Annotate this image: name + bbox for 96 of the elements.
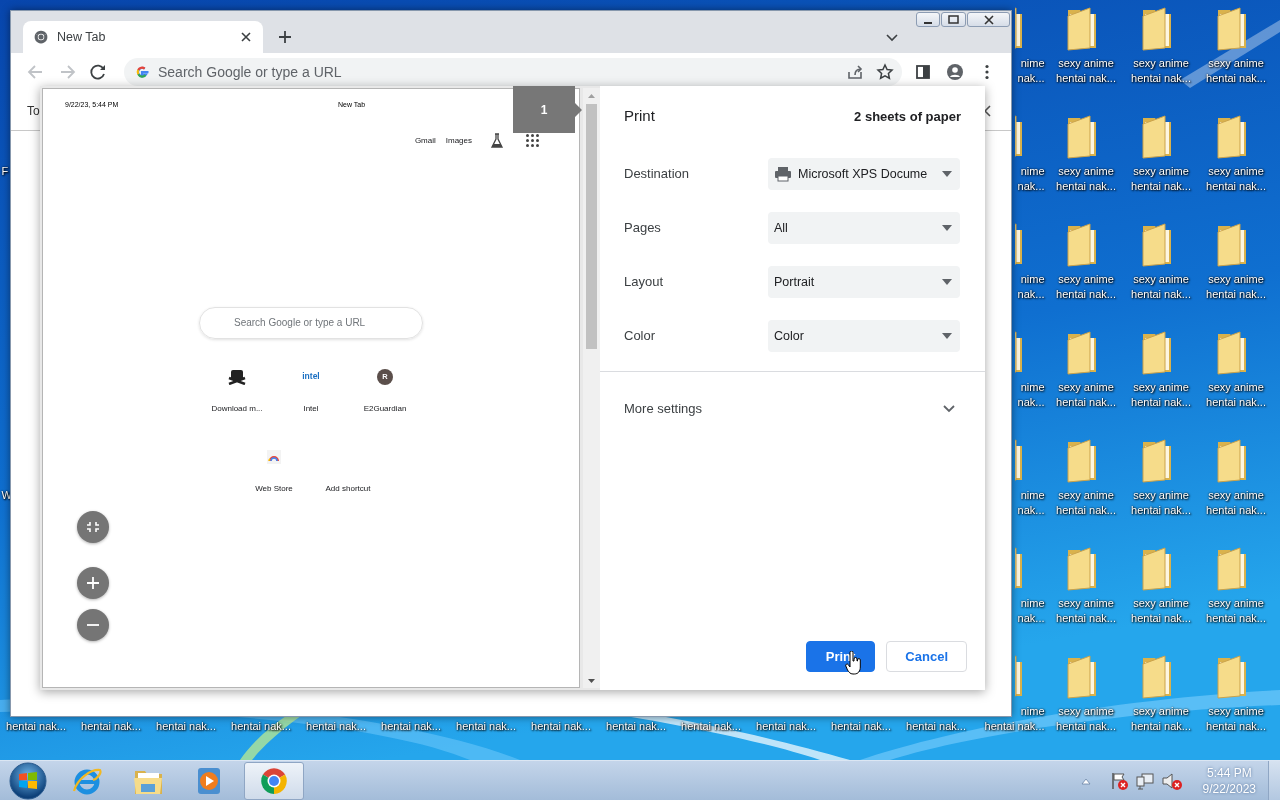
- icon-label[interactable]: hentai nak...: [81, 719, 141, 734]
- caret-icon: [942, 225, 952, 231]
- omnibox[interactable]: Search Google or type a URL: [124, 58, 902, 86]
- sheet-count: 2 sheets of paper: [854, 107, 961, 126]
- page-text: To: [27, 102, 40, 120]
- show-hidden-icons[interactable]: [1080, 776, 1091, 785]
- setting-dropdown[interactable]: All: [768, 212, 960, 244]
- setting-dropdown[interactable]: Portrait: [768, 266, 960, 298]
- icon-label[interactable]: sexy anime hentai nak...: [1206, 704, 1266, 734]
- cancel-button[interactable]: Cancel: [886, 641, 967, 672]
- icon-label[interactable]: nime nak...: [1017, 164, 1045, 194]
- icon-label[interactable]: hentai nak...: [381, 719, 441, 734]
- icon-label[interactable]: sexy anime hentai nak...: [1131, 56, 1191, 86]
- close-button[interactable]: [967, 12, 1010, 27]
- chevron-down-icon: [942, 403, 956, 414]
- icon-label[interactable]: sexy anime hentai nak...: [1131, 272, 1191, 302]
- icon-label[interactable]: nime nak...: [1017, 596, 1045, 626]
- profile-icon[interactable]: [946, 63, 964, 81]
- browser-tab[interactable]: New Tab: [23, 21, 263, 53]
- setting-label: Pages: [624, 219, 662, 238]
- google-icon: [134, 64, 150, 80]
- share-icon[interactable]: [846, 63, 864, 81]
- icon-label[interactable]: nime nak...: [1017, 56, 1045, 86]
- page-number-badge: 1: [513, 86, 582, 133]
- icon-label[interactable]: hentai nak...: [456, 719, 516, 734]
- icon-label[interactable]: sexy anime hentai nak...: [1131, 380, 1191, 410]
- icon-label[interactable]: sexy anime hentai nak...: [1131, 704, 1191, 734]
- icon-label[interactable]: sexy anime hentai nak...: [1056, 272, 1116, 302]
- more-settings-toggle[interactable]: More settings: [600, 371, 985, 445]
- apps-grid-icon: [526, 134, 539, 147]
- icon-label[interactable]: sexy anime hentai nak...: [1206, 164, 1266, 194]
- icon-label[interactable]: sexy anime hentai nak...: [1056, 704, 1116, 734]
- close-icon[interactable]: [239, 30, 253, 44]
- start-button[interactable]: [8, 760, 48, 800]
- chrome-taskbar-button[interactable]: [244, 761, 304, 800]
- dialog-title: Print: [624, 106, 655, 127]
- icon-label[interactable]: hentai nak...: [906, 719, 966, 734]
- icon-label[interactable]: nime nak...: [1017, 488, 1045, 518]
- muted-speaker-icon[interactable]: [1160, 770, 1183, 791]
- chrome-icon: [33, 29, 49, 45]
- icon-label[interactable]: sexy anime hentai nak...: [1206, 272, 1266, 302]
- restore-button[interactable]: [941, 12, 966, 27]
- setting-dropdown[interactable]: Color: [768, 320, 960, 352]
- shortcut-label: Add shortcut: [325, 482, 371, 495]
- icon-label[interactable]: sexy anime hentai nak...: [1206, 488, 1266, 518]
- setting-label: Color: [624, 327, 657, 346]
- icon-label[interactable]: nime nak...: [1017, 380, 1045, 410]
- icon-label[interactable]: sexy anime hentai nak...: [1056, 164, 1116, 194]
- icon-label[interactable]: hentai nak...: [831, 719, 891, 734]
- scroll-down-icon[interactable]: [587, 677, 596, 685]
- icon-label[interactable]: sexy anime hentai nak...: [1131, 596, 1191, 626]
- minimize-button[interactable]: [916, 12, 940, 27]
- icon-label[interactable]: hentai nak...: [6, 719, 66, 734]
- crossbones-icon: [228, 368, 246, 385]
- sidebar-icon[interactable]: [914, 63, 932, 81]
- icon-label[interactable]: sexy anime hentai nak...: [1056, 380, 1116, 410]
- icon-label[interactable]: sexy anime hentai nak...: [1056, 488, 1116, 518]
- reload-icon[interactable]: [88, 62, 108, 82]
- web-store-icon: [266, 448, 282, 465]
- icon-label[interactable]: hentai nak...: [756, 719, 816, 734]
- intel-logo: intel: [302, 370, 320, 383]
- flask-icon: [490, 132, 504, 149]
- icon-label[interactable]: sexy anime hentai nak...: [1131, 488, 1191, 518]
- restore-icon[interactable]: [948, 14, 959, 25]
- icon-label[interactable]: nime hentai nak...: [984, 704, 1045, 734]
- icon-label[interactable]: hentai nak...: [156, 719, 216, 734]
- shortcut-label: E2Guardian: [363, 402, 407, 415]
- icon-label[interactable]: hentai nak...: [531, 719, 591, 734]
- scrollbar[interactable]: [583, 88, 600, 688]
- setting-label: Layout: [624, 273, 665, 292]
- setting-dropdown[interactable]: Microsoft XPS Docume: [768, 158, 960, 190]
- zoom-in-icon[interactable]: [85, 575, 101, 591]
- icon-label[interactable]: sexy anime hentai nak...: [1056, 596, 1116, 626]
- icon-label[interactable]: hentai nak...: [306, 719, 366, 734]
- fit-page-icon[interactable]: [85, 519, 101, 535]
- icon-label[interactable]: sexy anime hentai nak...: [1131, 164, 1191, 194]
- shortcut-label: Web Store: [255, 482, 293, 495]
- icon-label[interactable]: nime nak...: [1017, 272, 1045, 302]
- network-icon[interactable]: [1134, 770, 1155, 791]
- icon-label[interactable]: sexy anime hentai nak...: [1206, 380, 1266, 410]
- shortcut-label: Download m...: [211, 402, 263, 415]
- close-icon[interactable]: [983, 14, 994, 25]
- caret-icon: [942, 171, 952, 177]
- icon-label[interactable]: sexy anime hentai nak...: [1206, 596, 1266, 626]
- icon-label[interactable]: sexy anime hentai nak...: [1206, 56, 1266, 86]
- star-icon[interactable]: [876, 63, 894, 81]
- setting-label: Destination: [624, 165, 691, 184]
- shortcut-label: Intel: [303, 402, 319, 415]
- scrollbar-thumb[interactable]: [586, 104, 597, 349]
- plus-icon[interactable]: [277, 29, 293, 45]
- icon-label[interactable]: hentai nak...: [606, 719, 666, 734]
- icon-label[interactable]: sexy anime hentai nak...: [1056, 56, 1116, 86]
- icon-label[interactable]: F: [1, 164, 9, 179]
- caret-icon: [942, 279, 952, 285]
- printer-icon: [774, 166, 792, 182]
- caret-icon: [942, 333, 952, 339]
